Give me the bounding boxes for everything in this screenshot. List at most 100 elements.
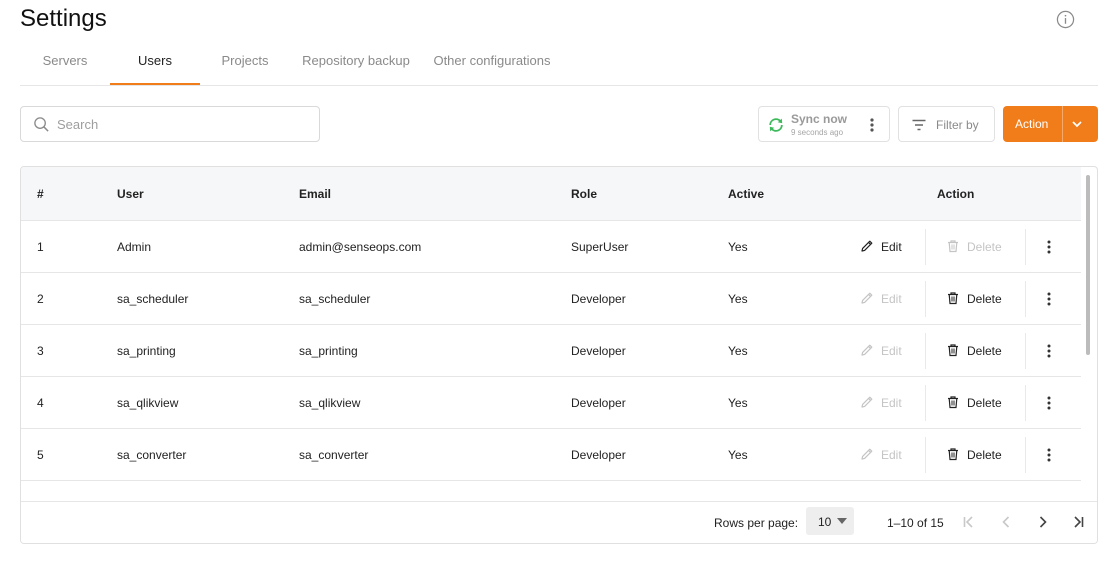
row-role: Developer <box>571 344 626 358</box>
row-number: 5 <box>37 448 44 462</box>
sync-now-button[interactable]: Sync now 9 seconds ago <box>758 106 890 142</box>
action-button[interactable]: Action <box>1003 106 1098 142</box>
pagination-bar: Rows per page: 10 1–10 of 15 <box>21 501 1097 543</box>
tab-other-configurations[interactable]: Other configurations <box>430 44 554 85</box>
filter-button[interactable]: Filter by <box>898 106 995 142</box>
sync-label: Sync now <box>791 112 848 126</box>
row-user: sa_qlikview <box>117 396 179 410</box>
column-header-action: Action <box>937 187 975 201</box>
column-header-role: Role <box>571 187 598 201</box>
users-table: # User Email Role Active Action 1 Admin ad… <box>20 166 1098 544</box>
row-active: Yes <box>728 240 748 254</box>
action-separator <box>925 437 926 473</box>
chevron-down-icon[interactable] <box>1069 116 1085 132</box>
delete-label: Delete <box>967 396 1002 410</box>
row-active: Yes <box>728 396 748 410</box>
pencil-icon <box>861 292 873 304</box>
sync-icon <box>769 118 783 132</box>
row-email: sa_scheduler <box>299 292 371 306</box>
trash-icon <box>948 240 958 253</box>
last-page-icon[interactable] <box>1070 514 1086 530</box>
trash-icon <box>948 344 958 357</box>
table-row: 3 sa_printing sa_printing Developer Yes Edit D… <box>21 325 1081 377</box>
table-row: 4 sa_qlikview sa_qlikview Developer Yes Edit D… <box>21 377 1081 429</box>
first-page-icon[interactable] <box>961 514 977 530</box>
page-title: Settings <box>20 5 107 32</box>
pencil-icon <box>861 240 873 252</box>
search-box <box>20 106 320 142</box>
edit-label: Edit <box>881 240 902 254</box>
filter-icon <box>912 119 926 131</box>
delete-label: Delete <box>967 344 1002 358</box>
row-active: Yes <box>728 344 748 358</box>
trash-icon <box>948 396 958 409</box>
row-email: sa_printing <box>299 344 358 358</box>
row-number: 3 <box>37 344 44 358</box>
tab-repository-backup[interactable]: Repository backup <box>298 44 414 85</box>
table-header: # User Email Role Active Action <box>21 167 1081 221</box>
action-separator <box>925 281 926 317</box>
more-vertical-icon[interactable] <box>1041 394 1057 412</box>
column-header-active: Active <box>728 187 765 201</box>
more-vertical-icon[interactable] <box>1041 238 1057 256</box>
pagination-range: 1–10 of 15 <box>887 516 944 530</box>
edit-label: Edit <box>881 396 902 410</box>
column-header-email: Email <box>299 187 332 201</box>
tab-servers[interactable]: Servers <box>20 44 110 85</box>
caret-down-icon <box>837 518 847 524</box>
more-vertical-icon[interactable] <box>1041 446 1057 464</box>
settings-tabs: Servers Users Projects Repository backup… <box>20 44 1098 86</box>
row-user: sa_scheduler <box>117 292 189 306</box>
row-active: Yes <box>728 448 748 462</box>
row-email: sa_converter <box>299 448 369 462</box>
tab-users[interactable]: Users <box>110 44 200 85</box>
row-user: sa_converter <box>117 448 187 462</box>
action-separator <box>925 229 926 265</box>
row-role: SuperUser <box>571 240 629 254</box>
edit-label: Edit <box>881 292 902 306</box>
row-number: 2 <box>37 292 44 306</box>
row-email: admin@senseops.com <box>299 240 422 254</box>
row-number: 1 <box>37 240 44 254</box>
delete-label: Delete <box>967 240 1002 254</box>
tab-projects[interactable]: Projects <box>200 44 290 85</box>
filter-label: Filter by <box>936 118 979 132</box>
action-separator <box>925 385 926 421</box>
sync-time: 9 seconds ago <box>791 128 844 137</box>
delete-label: Delete <box>967 292 1002 306</box>
action-label: Action <box>1015 117 1049 131</box>
pencil-icon <box>861 344 873 356</box>
rows-per-page-label: Rows per page: <box>714 516 799 530</box>
table-row: 1 Admin admin@senseops.com SuperUser Yes Edit… <box>21 221 1081 273</box>
table-row: 2 sa_scheduler sa_scheduler Developer Yes Edi… <box>21 273 1081 325</box>
search-input[interactable] <box>57 107 312 141</box>
previous-page-icon[interactable] <box>998 514 1014 530</box>
row-role: Developer <box>571 448 626 462</box>
more-vertical-icon[interactable] <box>1041 342 1057 360</box>
delete-label: Delete <box>967 448 1002 462</box>
more-vertical-icon[interactable] <box>863 116 881 134</box>
action-divider <box>1062 106 1063 142</box>
next-page-icon[interactable] <box>1035 514 1051 530</box>
action-separator <box>1025 281 1026 317</box>
row-email: sa_qlikview <box>299 396 361 410</box>
rows-per-page-select[interactable]: 10 <box>806 507 854 535</box>
row-role: Developer <box>571 396 626 410</box>
action-separator <box>1025 385 1026 421</box>
search-icon <box>34 117 49 132</box>
trash-icon <box>948 292 958 305</box>
more-vertical-icon[interactable] <box>1041 290 1057 308</box>
info-circle-icon[interactable] <box>1056 10 1075 29</box>
row-number: 4 <box>37 396 44 410</box>
row-user: sa_printing <box>117 344 176 358</box>
pencil-icon <box>861 448 873 460</box>
action-separator <box>1025 333 1026 369</box>
table-row: 5 sa_converter sa_converter Developer Yes Edi… <box>21 429 1081 481</box>
scrollbar-thumb[interactable] <box>1086 175 1090 355</box>
row-role: Developer <box>571 292 626 306</box>
rows-per-page-value: 10 <box>818 515 832 529</box>
action-separator <box>1025 229 1026 265</box>
trash-icon <box>948 448 958 461</box>
row-user: Admin <box>117 240 152 254</box>
edit-label: Edit <box>881 344 902 358</box>
